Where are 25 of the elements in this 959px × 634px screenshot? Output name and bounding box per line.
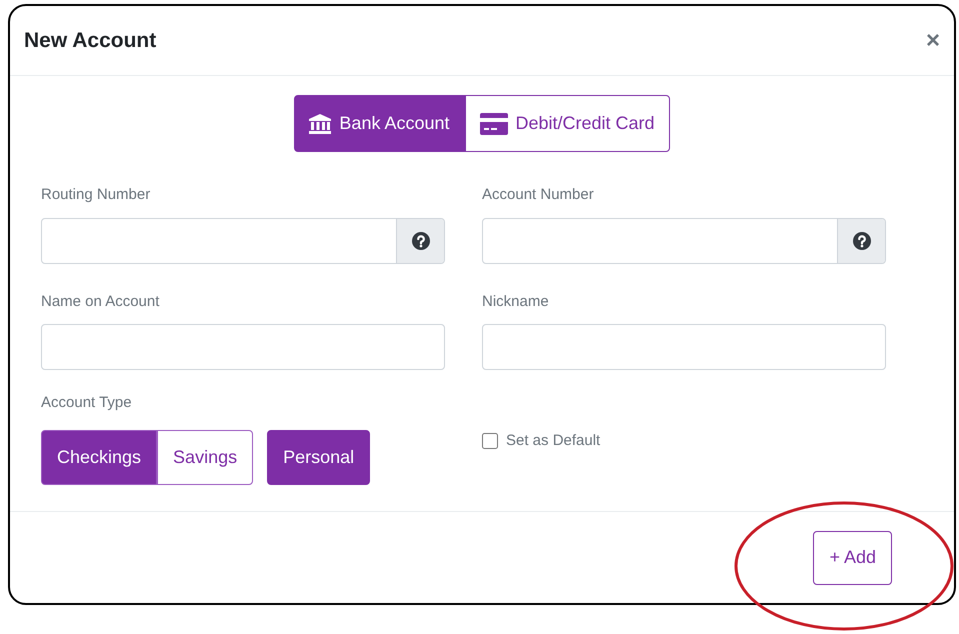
tab[interactable]: Bank Account bbox=[294, 95, 464, 152]
help-button[interactable] bbox=[837, 218, 885, 262]
help-icon bbox=[852, 232, 870, 250]
checkbox-label: Set as Default bbox=[506, 431, 600, 451]
field-label: Routing Number bbox=[41, 185, 152, 205]
field-label: Account Number bbox=[482, 185, 595, 205]
holder-type-toggle[interactable]: Personal bbox=[267, 430, 370, 484]
input-field[interactable] bbox=[482, 218, 886, 264]
help-button[interactable] bbox=[396, 218, 444, 262]
checkbox[interactable] bbox=[482, 433, 498, 450]
field-label: Name on Account bbox=[41, 292, 160, 312]
help-icon bbox=[412, 232, 430, 250]
close-button[interactable]: × bbox=[926, 28, 940, 52]
bank-icon bbox=[309, 114, 332, 134]
tab[interactable]: Debit/Credit Card bbox=[464, 95, 670, 152]
input-field[interactable] bbox=[482, 324, 886, 370]
input-field[interactable] bbox=[41, 324, 445, 370]
account-type-toggle[interactable]: Savings bbox=[157, 430, 254, 484]
credit-card-icon bbox=[480, 112, 508, 134]
account-type-toggle[interactable]: Checkings bbox=[41, 430, 158, 484]
dialog-title: New Account bbox=[24, 28, 156, 54]
add-button[interactable]: + Add bbox=[813, 530, 892, 584]
field-label: Nickname bbox=[482, 292, 550, 312]
field-label: Account Type bbox=[41, 393, 133, 413]
input-field[interactable] bbox=[41, 218, 445, 264]
